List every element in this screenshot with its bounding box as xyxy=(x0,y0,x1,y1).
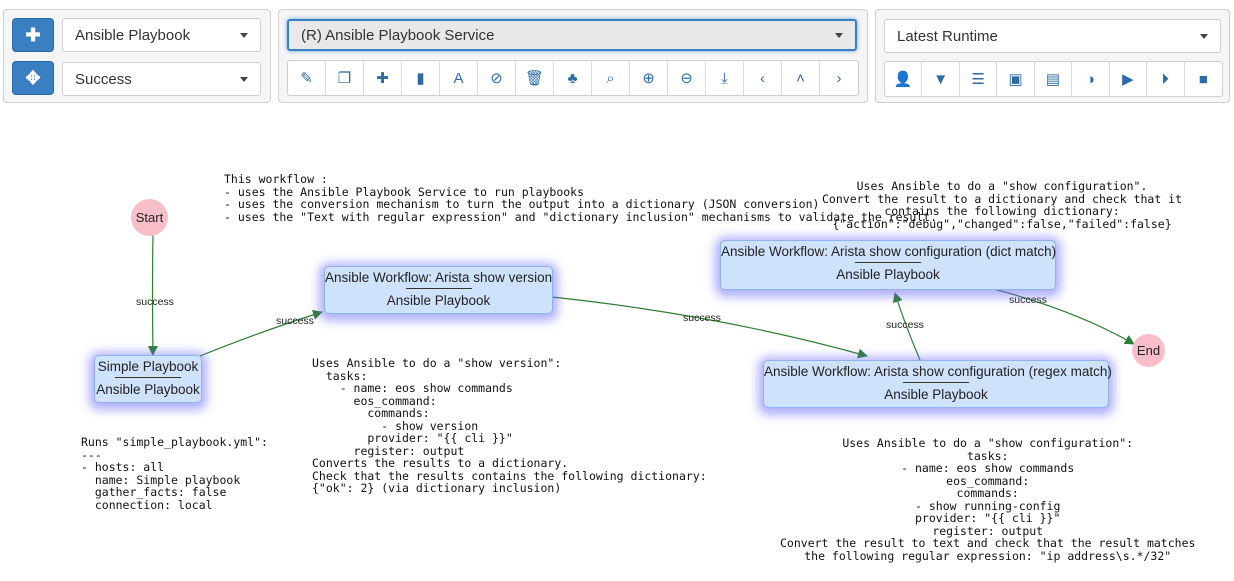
start-label: Start xyxy=(135,210,164,225)
edge-label-version-regex: success xyxy=(683,312,721,324)
show-version-note: Uses Ansible to do a "show version": tas… xyxy=(312,356,707,495)
edge-version-regex[interactable] xyxy=(551,296,868,359)
node-title: Ansible Workflow: Arista show version xyxy=(325,270,553,285)
start-node[interactable]: Start xyxy=(131,199,168,236)
edge-start-simple[interactable] xyxy=(147,233,158,356)
node-arista-dict-match[interactable]: Ansible Workflow: Arista show configurat… xyxy=(720,240,1056,290)
node-divider xyxy=(855,262,921,263)
end-node[interactable]: End xyxy=(1132,334,1165,367)
node-arista-regex-match[interactable]: Ansible Workflow: Arista show configurat… xyxy=(763,360,1112,408)
simple-playbook-note: Runs "simple_playbook.yml": --- - hosts:… xyxy=(81,435,268,512)
node-divider xyxy=(115,377,181,378)
node-subtitle: Ansible Playbook xyxy=(386,293,491,308)
node-subtitle: Ansible Playbook xyxy=(96,382,200,397)
node-subtitle: Ansible Playbook xyxy=(836,267,940,282)
node-title: Simple Playbook xyxy=(97,359,199,374)
edge-label-simple-version: success xyxy=(276,315,314,327)
edge-label-start-simple: success xyxy=(136,296,174,308)
edge-label-dict-end: success xyxy=(1009,294,1047,306)
node-simple-playbook[interactable]: Simple Playbook Ansible Playbook xyxy=(94,355,202,403)
node-title: Ansible Workflow: Arista show configurat… xyxy=(721,244,1057,259)
node-divider xyxy=(903,382,969,383)
node-title: Ansible Workflow: Arista show configurat… xyxy=(764,364,1112,379)
node-divider xyxy=(405,288,472,289)
regex-match-note: Uses Ansible to do a "show configuration… xyxy=(780,436,1196,563)
node-arista-show-version[interactable]: Ansible Workflow: Arista show version An… xyxy=(324,266,553,314)
node-subtitle: Ansible Playbook xyxy=(884,387,988,402)
end-label: End xyxy=(1136,343,1161,358)
dict-match-note: Uses Ansible to do a "show configuration… xyxy=(822,179,1183,231)
edge-label-regex-dict: success xyxy=(886,319,924,331)
